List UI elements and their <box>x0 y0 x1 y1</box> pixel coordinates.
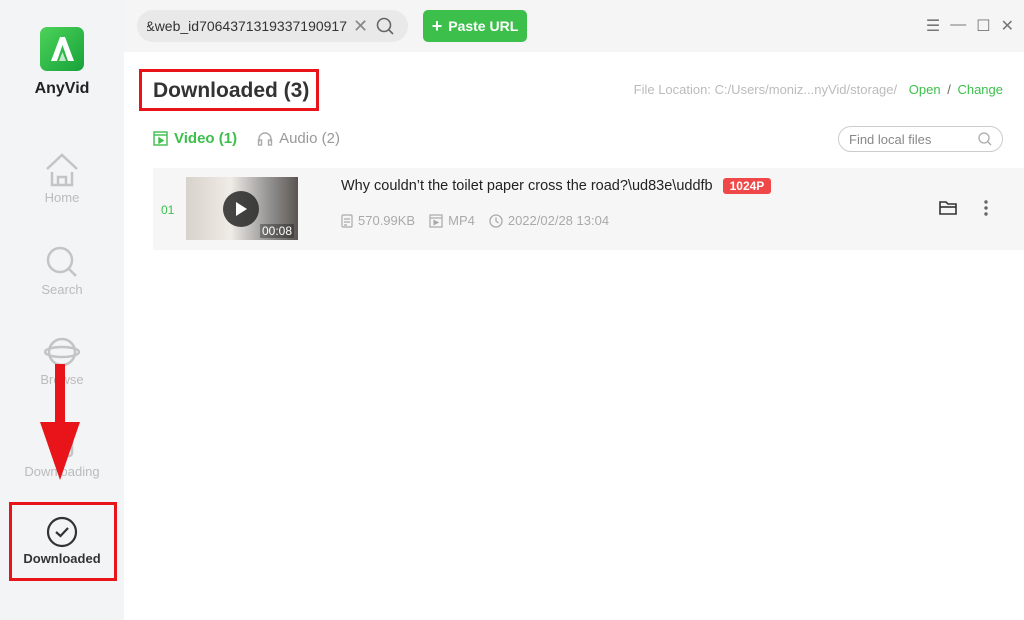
plus-icon: + <box>431 15 443 36</box>
more-icon[interactable] <box>984 200 988 216</box>
clear-icon[interactable]: ✕ <box>353 16 368 37</box>
paste-url-label: Paste URL <box>448 18 519 34</box>
item-index: 01 <box>161 203 175 217</box>
folder-icon[interactable] <box>939 200 958 216</box>
menu-icon[interactable]: ☰ <box>926 16 940 36</box>
find-local-files-input[interactable]: Find local files <box>838 126 1003 152</box>
tab-label: Video (1) <box>174 130 238 147</box>
sidebar-item-label: Home <box>44 190 80 205</box>
file-format: MP4 <box>448 213 475 228</box>
video-icon <box>429 213 443 228</box>
video-icon <box>153 131 168 146</box>
close-icon[interactable]: ✕ <box>1001 16 1014 36</box>
headphones-icon <box>257 132 273 146</box>
open-link[interactable]: Open <box>909 82 941 97</box>
duration: 00:08 <box>259 224 294 238</box>
video-title: Why couldn’t the toilet paper cross the … <box>341 178 713 194</box>
play-icon[interactable] <box>223 191 259 227</box>
file-size: 570.99KB <box>358 213 416 228</box>
main-panel: Downloaded (3) File Location: C:/Users/m… <box>124 52 1024 620</box>
file-location-path: File Location: C:/Users/moniz...nyVid/st… <box>633 82 898 97</box>
find-placeholder: Find local files <box>849 131 932 147</box>
sidebar-item-search[interactable]: Search <box>0 244 124 297</box>
sidebar-item-home[interactable]: Home <box>0 152 124 205</box>
maximize-icon[interactable]: ☐ <box>976 16 990 36</box>
app-name: AnyVid <box>34 80 90 97</box>
search-icon <box>46 246 77 277</box>
tab-label: Audio (2) <box>279 130 340 147</box>
tab-audio[interactable]: Audio (2) <box>257 130 340 147</box>
annotation-box-downloaded <box>9 502 117 581</box>
video-thumbnail[interactable]: 00:08 <box>186 177 298 240</box>
search-icon[interactable] <box>978 132 992 146</box>
url-value: c&web_id7064371319337190917 <box>147 18 347 34</box>
search-icon[interactable] <box>376 17 394 35</box>
app-logo <box>40 27 84 71</box>
separator: / <box>947 82 951 97</box>
url-input[interactable]: c&web_id7064371319337190917 ✕ <box>137 10 408 42</box>
file-location: File Location: C:/Users/moniz...nyVid/st… <box>634 82 1003 97</box>
annotation-box-title <box>139 69 319 111</box>
minimize-icon[interactable]: — <box>950 16 966 36</box>
change-link[interactable]: Change <box>957 82 1003 97</box>
file-icon <box>341 213 353 228</box>
home-icon <box>46 153 78 187</box>
annotation-arrow <box>40 364 80 480</box>
quality-badge: 1024P <box>722 178 772 194</box>
list-item[interactable]: 01 00:08 Why couldn’t the toilet paper c… <box>153 168 1024 250</box>
top-bar: c&web_id7064371319337190917 ✕ + Paste URL… <box>124 0 1024 52</box>
clock-icon <box>489 213 503 228</box>
paste-url-button[interactable]: + Paste URL <box>423 10 527 42</box>
sidebar-item-label: Search <box>41 282 83 297</box>
tab-video[interactable]: Video (1) <box>153 130 237 147</box>
download-date: 2022/02/28 13:04 <box>507 213 610 228</box>
